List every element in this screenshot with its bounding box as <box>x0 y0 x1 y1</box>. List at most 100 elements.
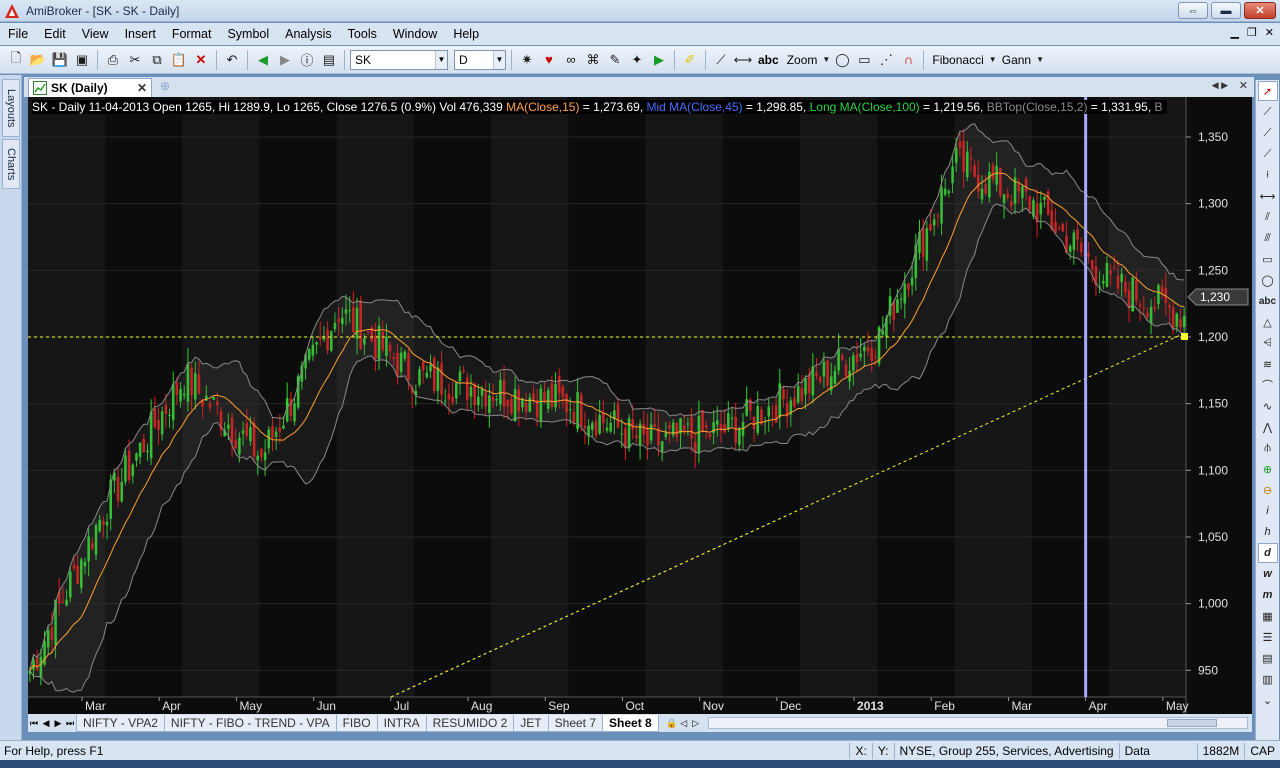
menu-tools[interactable]: Tools <box>340 27 385 41</box>
scrollbar-thumb[interactable] <box>1167 719 1217 727</box>
cycles-icon[interactable]: ∿ <box>1258 396 1278 416</box>
line-tool-icon[interactable]: ⟋ <box>711 50 731 70</box>
magic-icon[interactable]: ✦ <box>627 50 647 70</box>
forward-icon[interactable]: ▶ <box>275 50 295 70</box>
menu-format[interactable]: Format <box>164 27 220 41</box>
properties-icon[interactable]: ▤ <box>1258 648 1278 668</box>
menu-analysis[interactable]: Analysis <box>277 27 340 41</box>
play-icon[interactable]: ▶ <box>649 50 669 70</box>
last-sheet-icon[interactable]: ⏭ <box>64 718 76 729</box>
horizontal-scrollbar[interactable] <box>708 717 1248 729</box>
layers-icon[interactable]: ☰ <box>1258 627 1278 647</box>
heart-icon[interactable]: ♥ <box>539 50 559 70</box>
chart-type-icon[interactable]: ▥ <box>1258 669 1278 689</box>
zoom-menu[interactable]: Zoom <box>784 53 821 67</box>
fan-icon[interactable]: ⩤ <box>1258 333 1278 353</box>
open-icon[interactable]: 📂 <box>28 50 48 70</box>
zoom-in-icon[interactable]: ⊕ <box>1258 459 1278 479</box>
menu-edit[interactable]: Edit <box>36 27 74 41</box>
channel-icon[interactable]: ⫻ <box>1258 228 1278 248</box>
copy-icon[interactable]: ⧉ <box>147 50 167 70</box>
next-sheet-icon[interactable]: ▶ <box>52 718 64 729</box>
scroll-left-icon[interactable]: ◁ <box>678 718 690 729</box>
cut-icon[interactable]: ✂ <box>125 50 145 70</box>
parallel-lines-icon[interactable]: ⫽ <box>1258 207 1278 227</box>
back-icon[interactable]: ◀ <box>253 50 273 70</box>
wave-icon[interactable]: ⋀ <box>1258 417 1278 437</box>
tab-scroll-icon[interactable]: ◀ ▶ <box>1212 80 1228 91</box>
grid-icon[interactable]: ▦ <box>1258 606 1278 626</box>
triangle-icon[interactable]: △ <box>1258 312 1278 332</box>
chart-tools-icon[interactable]: ✷ <box>517 50 537 70</box>
italic-h-icon[interactable]: h <box>1258 522 1278 542</box>
minimize-button[interactable]: ▬ <box>1211 2 1241 19</box>
mdi-close-icon[interactable]: ✕ <box>1265 26 1274 39</box>
undo-icon[interactable]: ↶ <box>222 50 242 70</box>
pointer-icon[interactable]: ➚ <box>1257 81 1278 101</box>
print-icon[interactable]: ⎙ <box>103 50 123 70</box>
sheet-tab-nifty-vpa2[interactable]: NIFTY - VPA2 <box>76 714 165 732</box>
delete-icon[interactable]: ✕ <box>191 50 211 70</box>
ray-icon[interactable]: ⟋ <box>1258 123 1278 143</box>
sheet-tab-sheet-8[interactable]: Sheet 8 <box>602 714 659 732</box>
monthly-icon[interactable]: m <box>1258 585 1278 605</box>
menu-file[interactable]: File <box>0 27 36 41</box>
ellipse-tool-icon[interactable]: ◯ <box>832 50 852 70</box>
segment-tool-icon[interactable]: ⟷ <box>733 50 753 70</box>
close-button[interactable]: ✕ <box>1244 2 1276 19</box>
quote-editor-icon[interactable]: ▤ <box>319 50 339 70</box>
pitchfork-icon[interactable]: ⫛ <box>1258 438 1278 458</box>
weekly-icon[interactable]: w <box>1258 564 1278 584</box>
italic-i-icon[interactable]: i <box>1258 501 1278 521</box>
vertical-line-icon[interactable]: ⟊ <box>1258 165 1278 185</box>
menu-insert[interactable]: Insert <box>117 27 164 41</box>
regression-icon[interactable]: ≋ <box>1258 354 1278 374</box>
gann-chevron-icon[interactable]: ▼ <box>1036 50 1044 70</box>
zoom-out-icon[interactable]: ⊖ <box>1258 480 1278 500</box>
scroll-icon[interactable]: ⌘ <box>583 50 603 70</box>
chevron-down-icon[interactable]: ▼ <box>493 50 505 69</box>
extended-line-icon[interactable]: ⟋ <box>1258 144 1278 164</box>
sheet-tab-resumido-2[interactable]: RESUMIDO 2 <box>425 714 515 732</box>
text-tool[interactable]: abc <box>755 53 782 67</box>
text-icon[interactable]: abc <box>1258 291 1278 311</box>
mdi-restore-icon[interactable]: ❐ <box>1247 26 1257 39</box>
info-icon[interactable]: ⓘ <box>297 50 317 70</box>
first-sheet-icon[interactable]: ⏮ <box>28 718 40 729</box>
tab-chart-sk-daily[interactable]: SK (Daily) ✕ <box>28 78 152 97</box>
scroll-right-icon[interactable]: ▷ <box>690 718 702 729</box>
sheet-tab-sheet-7[interactable]: Sheet 7 <box>547 714 604 732</box>
line-icon[interactable]: ⟋ <box>1258 102 1278 122</box>
chevron-down-icon[interactable]: ▼ <box>435 50 447 69</box>
prev-sheet-icon[interactable]: ◀ <box>40 718 52 729</box>
save-all-icon[interactable]: ▣ <box>72 50 92 70</box>
menu-help[interactable]: Help <box>445 27 487 41</box>
tab-charts[interactable]: Charts <box>2 139 20 189</box>
horizontal-line-icon[interactable]: ⟷ <box>1258 186 1278 206</box>
sheet-tab-intra[interactable]: INTRA <box>376 714 427 732</box>
rectangle-icon[interactable]: ▭ <box>1258 249 1278 269</box>
wand-icon[interactable]: ✎ <box>605 50 625 70</box>
sheet-tab-jet[interactable]: JET <box>513 714 549 732</box>
restore-button[interactable]: ⇔ <box>1178 2 1208 19</box>
menu-window[interactable]: Window <box>385 27 445 41</box>
price-chart[interactable]: 950 1,000 1,050 1,100 1,150 1,200 1,250 1,300 1,… <box>28 97 1252 714</box>
chart-canvas[interactable]: 950 1,000 1,050 1,100 1,150 1,200 1,250 1,300 1,… <box>28 97 1252 714</box>
sheet-tab-fibo[interactable]: FIBO <box>335 714 378 732</box>
close-icon[interactable]: ✕ <box>137 81 147 95</box>
save-icon[interactable]: 💾 <box>50 50 70 70</box>
daily-icon[interactable]: d <box>1257 543 1278 563</box>
menu-symbol[interactable]: Symbol <box>219 27 277 41</box>
circle-icon[interactable]: ◯ <box>1258 270 1278 290</box>
gann-menu[interactable]: Gann <box>999 53 1034 67</box>
paste-icon[interactable]: 📋 <box>169 50 189 70</box>
tab-close-icon[interactable]: ✕ <box>1239 79 1248 92</box>
arc-icon[interactable]: ⌒ <box>1258 375 1278 395</box>
interval-combo[interactable]: D ▼ <box>454 49 506 70</box>
fibonacci-chevron-icon[interactable]: ▼ <box>989 50 997 70</box>
new-tab-icon[interactable]: ⊕ <box>160 79 170 93</box>
lock-icon[interactable]: 🔒 <box>666 718 678 729</box>
magnet-icon[interactable]: ∩ <box>898 50 918 70</box>
highlighter-icon[interactable]: ✐ <box>680 50 700 70</box>
tab-layouts[interactable]: Layouts <box>2 79 20 137</box>
